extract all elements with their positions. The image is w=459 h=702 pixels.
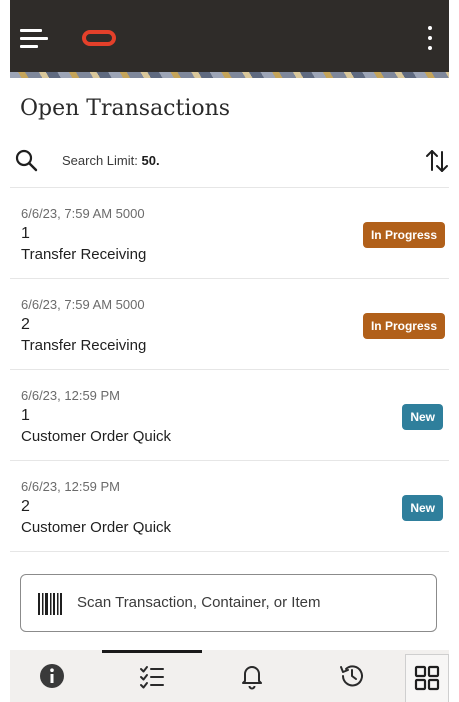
sort-icon[interactable] [425, 148, 449, 174]
app-header [10, 0, 449, 78]
transaction-number: 2 [21, 498, 30, 515]
vertical-ellipsis-icon[interactable] [419, 22, 441, 56]
transaction-list: 6/6/23, 7:59 AM 5000 1 Transfer Receivin… [10, 187, 449, 551]
oracle-logo [82, 30, 116, 46]
transaction-row[interactable]: 6/6/23, 7:59 AM 5000 2 Transfer Receivin… [10, 278, 449, 369]
transaction-type: Customer Order Quick [21, 519, 172, 536]
page-title: Open Transactions [20, 96, 231, 121]
grid-icon [414, 665, 440, 691]
nav-history[interactable] [338, 662, 366, 690]
transaction-type: Transfer Receiving [21, 337, 147, 354]
status-badge: New [402, 404, 443, 430]
hamburger-menu-icon[interactable] [20, 26, 50, 52]
info-icon [40, 664, 64, 688]
active-tab-indicator [102, 650, 202, 653]
nav-tasks[interactable] [138, 662, 166, 690]
status-badge: New [402, 495, 443, 521]
status-badge: In Progress [362, 222, 445, 248]
transaction-type: Transfer Receiving [21, 246, 147, 263]
history-icon [340, 665, 363, 687]
transaction-timestamp: 6/6/23, 12:59 PM [21, 388, 121, 403]
scan-input[interactable]: Scan Transaction, Container, or Item [20, 574, 437, 632]
nav-info[interactable] [38, 662, 66, 690]
transaction-type: Customer Order Quick [21, 428, 172, 445]
transaction-row[interactable]: 6/6/23, 12:59 PM 2 Customer Order Quick … [10, 460, 449, 551]
search-limit: Search Limit: 50. [62, 153, 160, 168]
search-limit-value: 50. [141, 153, 160, 168]
transaction-number: 2 [21, 316, 30, 333]
search-icon[interactable] [14, 148, 38, 172]
transaction-timestamp: 6/6/23, 7:59 AM 5000 [21, 297, 145, 312]
transaction-timestamp: 6/6/23, 12:59 PM [21, 479, 121, 494]
task-list-icon [140, 666, 164, 689]
search-limit-label: Search Limit: [62, 153, 138, 168]
scan-placeholder: Scan Transaction, Container, or Item [77, 594, 321, 611]
status-badge: In Progress [362, 313, 445, 339]
transaction-number: 1 [21, 225, 30, 242]
barcode-icon [38, 593, 62, 615]
bottom-nav [10, 650, 449, 702]
transaction-row[interactable]: 6/6/23, 7:59 AM 5000 1 Transfer Receivin… [10, 187, 449, 278]
transaction-row[interactable]: 6/6/23, 12:59 PM 1 Customer Order Quick … [10, 369, 449, 460]
list-divider [10, 551, 449, 552]
transaction-number: 1 [21, 407, 30, 424]
search-row: Search Limit: 50. [10, 144, 449, 182]
bell-icon [242, 666, 262, 690]
header-decorative-strip [10, 72, 449, 78]
nav-notifications[interactable] [238, 662, 266, 690]
transaction-timestamp: 6/6/23, 7:59 AM 5000 [21, 206, 145, 221]
nav-apps[interactable] [405, 654, 449, 702]
